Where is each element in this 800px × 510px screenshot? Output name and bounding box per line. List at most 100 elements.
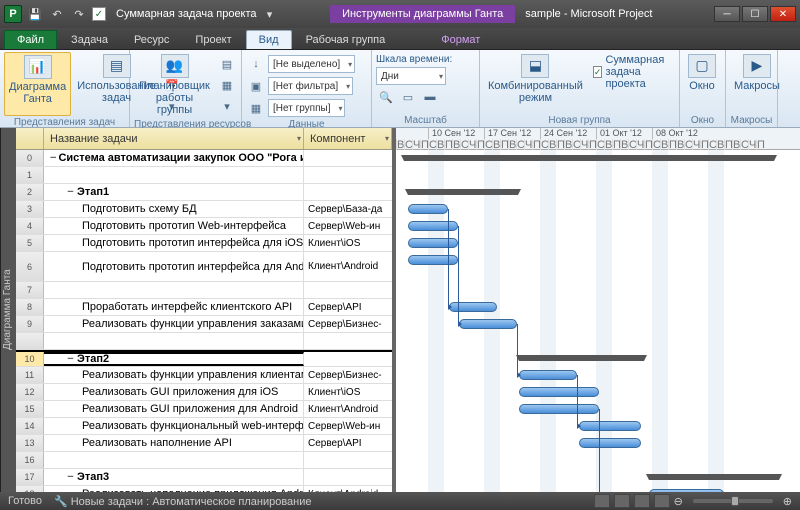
row-number[interactable]: 6 bbox=[16, 252, 44, 281]
component-cell[interactable] bbox=[304, 469, 392, 485]
summary-bar[interactable] bbox=[404, 155, 774, 161]
task-bar[interactable] bbox=[449, 302, 497, 312]
task-name-cell[interactable]: Реализовать GUI приложения для Android bbox=[44, 401, 304, 417]
zoom-out-button[interactable]: ⊖ bbox=[674, 495, 683, 508]
row-number[interactable]: 14 bbox=[16, 418, 44, 434]
zoom-slider[interactable] bbox=[693, 499, 773, 503]
task-name-cell[interactable]: Подготовить прототип интерфейса для Andr… bbox=[44, 252, 304, 281]
task-name-cell[interactable]: Подготовить прототип интерфейса для iOS bbox=[44, 235, 304, 251]
view-shortcut-4[interactable] bbox=[654, 494, 670, 508]
task-bar[interactable] bbox=[519, 370, 577, 380]
qat-undo-icon[interactable]: ↶ bbox=[48, 5, 66, 23]
row-number[interactable]: 10 bbox=[16, 352, 44, 366]
view-shortcut-1[interactable] bbox=[594, 494, 610, 508]
minimize-button[interactable]: ─ bbox=[714, 6, 740, 22]
task-bar[interactable] bbox=[408, 221, 458, 231]
tab-task[interactable]: Задача bbox=[59, 31, 120, 49]
task-name-cell[interactable]: Реализовать функции управления клиентами bbox=[44, 367, 304, 383]
component-cell[interactable] bbox=[304, 452, 392, 468]
macros-button[interactable]: ▶Макросы bbox=[730, 52, 784, 114]
component-cell[interactable]: Сервер\Web-ин bbox=[304, 218, 392, 234]
gantt-chart[interactable]: 10 Сен '1217 Сен '1224 Сен '1201 Окт '12… bbox=[396, 128, 800, 492]
view-shortcut-2[interactable] bbox=[614, 494, 630, 508]
group-combo[interactable]: [Нет группы] bbox=[268, 99, 345, 117]
resource-usage-icon[interactable]: ▤ bbox=[217, 54, 237, 74]
component-cell[interactable] bbox=[304, 150, 392, 166]
tab-format[interactable]: Формат bbox=[429, 31, 492, 49]
summary-bar[interactable] bbox=[649, 474, 779, 480]
component-cell[interactable]: Сервер\API bbox=[304, 435, 392, 451]
tab-project[interactable]: Проект bbox=[183, 31, 243, 49]
task-name-cell[interactable]: Реализовать наполнение API bbox=[44, 435, 304, 451]
component-cell[interactable]: Сервер\API bbox=[304, 299, 392, 315]
qat-customize-icon[interactable]: ▾ bbox=[261, 5, 279, 23]
task-bar[interactable] bbox=[408, 255, 458, 265]
component-cell[interactable] bbox=[304, 333, 392, 349]
row-number[interactable]: 2 bbox=[16, 184, 44, 200]
row-number[interactable]: 4 bbox=[16, 218, 44, 234]
task-name-cell[interactable]: Проработать интерфейс клиентского API bbox=[44, 299, 304, 315]
row-number[interactable]: 17 bbox=[16, 469, 44, 485]
task-name-cell[interactable]: −Этап2 bbox=[44, 352, 304, 366]
view-shortcut-3[interactable] bbox=[634, 494, 650, 508]
row-number[interactable]: 5 bbox=[16, 235, 44, 251]
row-number[interactable]: 11 bbox=[16, 367, 44, 383]
component-cell[interactable]: Сервер\Web-ин bbox=[304, 418, 392, 434]
col-header-name[interactable]: Название задачи▾ bbox=[44, 128, 304, 149]
row-number[interactable]: 9 bbox=[16, 316, 44, 332]
zoom-icon[interactable]: 🔍 bbox=[376, 87, 396, 107]
col-header-component[interactable]: Компонент▾ bbox=[304, 128, 392, 149]
task-name-cell[interactable] bbox=[44, 282, 304, 298]
highlight-combo[interactable]: [Не выделено] bbox=[268, 55, 355, 73]
task-name-cell[interactable]: Реализовать функции управления заказами bbox=[44, 316, 304, 332]
other-res-views-icon[interactable]: ▾ bbox=[217, 96, 237, 116]
task-name-cell[interactable]: −Система автоматизации закупок ООО "Рога… bbox=[44, 150, 304, 166]
view-bar-label[interactable]: Диаграмма Ганта bbox=[0, 128, 16, 492]
task-name-cell[interactable]: −Этап1 bbox=[44, 184, 304, 200]
component-cell[interactable]: Клиент\iOS bbox=[304, 384, 392, 400]
combination-mode-button[interactable]: ⬓ Комбинированный режим bbox=[484, 52, 587, 114]
task-name-cell[interactable]: −Этап3 bbox=[44, 469, 304, 485]
component-cell[interactable]: Сервер\Бизнес- bbox=[304, 316, 392, 332]
task-name-cell[interactable] bbox=[44, 452, 304, 468]
filter-combo[interactable]: [Нет фильтра] bbox=[268, 77, 353, 95]
task-name-cell[interactable]: Реализовать GUI приложения для iOS bbox=[44, 384, 304, 400]
task-bar[interactable] bbox=[519, 387, 599, 397]
component-cell[interactable] bbox=[304, 282, 392, 298]
task-bar[interactable] bbox=[519, 404, 599, 414]
close-button[interactable]: ✕ bbox=[770, 6, 796, 22]
task-bar[interactable] bbox=[408, 204, 448, 214]
component-cell[interactable] bbox=[304, 167, 392, 183]
outline-icon[interactable]: ▣ bbox=[246, 76, 266, 96]
component-cell[interactable] bbox=[304, 184, 392, 200]
task-name-cell[interactable]: Реализовать функциональный web-интерфе bbox=[44, 418, 304, 434]
resource-sheet-icon[interactable]: ▦ bbox=[217, 75, 237, 95]
tab-resource[interactable]: Ресурс bbox=[122, 31, 181, 49]
window-button[interactable]: ▢Окно bbox=[684, 52, 720, 114]
zoom-selected-icon[interactable]: ▬ bbox=[420, 87, 440, 107]
row-number[interactable]: 7 bbox=[16, 282, 44, 298]
team-planner-button[interactable]: 👥 Планировщик работы группы bbox=[134, 52, 215, 118]
row-number[interactable]: 12 bbox=[16, 384, 44, 400]
row-number[interactable]: 1 bbox=[16, 167, 44, 183]
row-number[interactable]: 15 bbox=[16, 401, 44, 417]
zoom-entire-icon[interactable]: ▭ bbox=[398, 87, 418, 107]
qat-checkbox[interactable]: ✓ bbox=[92, 7, 106, 21]
component-cell[interactable]: Сервер\Бизнес- bbox=[304, 367, 392, 383]
row-number[interactable]: 8 bbox=[16, 299, 44, 315]
row-header-corner[interactable] bbox=[16, 128, 44, 149]
tables-icon[interactable]: ▦ bbox=[246, 98, 266, 118]
row-number[interactable]: 0 bbox=[16, 150, 44, 166]
sort-icon[interactable]: ↓ bbox=[246, 54, 266, 74]
component-cell[interactable] bbox=[304, 352, 392, 366]
row-number[interactable]: 13 bbox=[16, 435, 44, 451]
row-number[interactable]: 3 bbox=[16, 201, 44, 217]
summary-bar[interactable] bbox=[519, 355, 644, 361]
qat-save-icon[interactable]: 💾 bbox=[26, 5, 44, 23]
summary-bar[interactable] bbox=[408, 189, 518, 195]
task-name-cell[interactable]: Подготовить схему БД bbox=[44, 201, 304, 217]
task-name-cell[interactable] bbox=[44, 167, 304, 183]
task-bar[interactable] bbox=[459, 319, 517, 329]
timescale-combo[interactable]: Дни bbox=[376, 67, 446, 85]
task-bar[interactable] bbox=[408, 238, 458, 248]
